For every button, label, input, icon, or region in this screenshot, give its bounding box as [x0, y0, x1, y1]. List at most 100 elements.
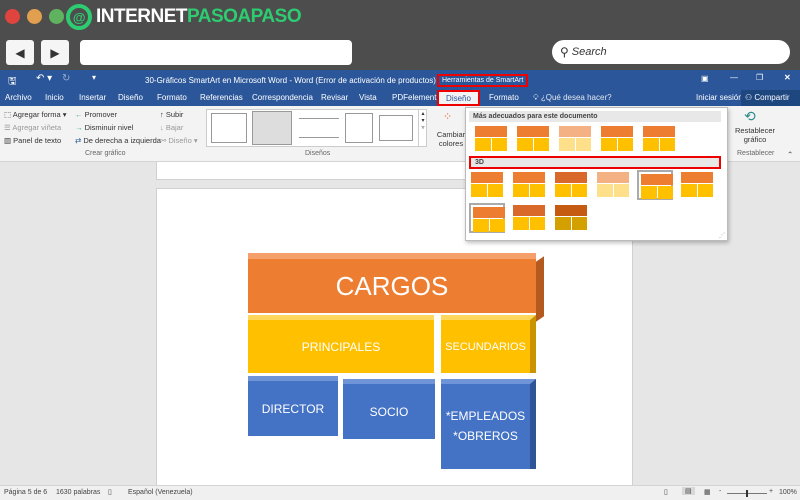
- right-to-left-button[interactable]: ⇄ De derecha a izquierda: [75, 136, 161, 145]
- tab-referencias[interactable]: Referencias: [200, 93, 243, 102]
- zoom-slider-thumb[interactable]: [746, 490, 748, 497]
- read-mode-icon[interactable]: ▯: [664, 488, 668, 496]
- smartart-node-socio[interactable]: SOCIO: [343, 379, 435, 439]
- proofing-icon[interactable]: ▯: [108, 488, 112, 496]
- move-down-button[interactable]: ↓ Bajar: [160, 123, 183, 132]
- restore-icon[interactable]: ❐: [756, 73, 763, 82]
- tab-vista[interactable]: Vista: [359, 93, 377, 102]
- demote-button[interactable]: → Disminuir nivel: [75, 123, 133, 132]
- customize-qat-icon[interactable]: ▾: [92, 73, 96, 82]
- smartart-style-thumb[interactable]: [553, 170, 589, 200]
- word-count[interactable]: 1630 palabras: [56, 489, 100, 496]
- tab-inicio[interactable]: Inicio: [45, 93, 64, 102]
- promote-label: Promover: [84, 110, 118, 119]
- lightbulb-icon: 💡︎: [533, 93, 539, 102]
- smartart-node-secundarios[interactable]: SECUNDARIOS: [441, 315, 536, 373]
- tab-diseno[interactable]: Diseño: [118, 93, 143, 102]
- node-text: SECUNDARIOS: [445, 340, 526, 353]
- layout-thumb[interactable]: [345, 113, 373, 143]
- smartart-node-director[interactable]: DIRECTOR: [248, 376, 338, 436]
- group-label-disenos: Diseños: [305, 150, 331, 157]
- swap-icon: ⇄: [75, 136, 82, 145]
- smartart-style-thumb[interactable]: [679, 170, 715, 200]
- smartart-node-empleados[interactable]: *EMPLEADOS *OBREROS: [441, 379, 536, 469]
- zoom-slider[interactable]: [727, 490, 767, 497]
- tab-revisar[interactable]: Revisar: [321, 93, 348, 102]
- arrow-right-icon: →: [75, 123, 83, 132]
- smartart-style-thumb[interactable]: [511, 170, 547, 200]
- minimize-icon[interactable]: —: [730, 73, 738, 82]
- layout-thumb[interactable]: [211, 113, 247, 143]
- share-button[interactable]: ⚇ Compartir: [741, 90, 800, 106]
- tab-insertar[interactable]: Insertar: [79, 93, 106, 102]
- ribbon-display-icon[interactable]: ▣: [701, 74, 709, 83]
- add-shape-button[interactable]: ⬚ Agregar forma ▾: [4, 110, 67, 119]
- zoom-out-button[interactable]: -: [719, 488, 721, 495]
- node-text: DIRECTOR: [261, 401, 325, 416]
- back-icon: ◀: [15, 45, 25, 60]
- change-colors-button[interactable]: Cambiar colores: [436, 130, 466, 148]
- tell-me-box[interactable]: 💡︎ ¿Qué desea hacer?: [533, 93, 612, 103]
- zoom-in-button[interactable]: +: [769, 488, 773, 495]
- page-count[interactable]: Página 5 de 6: [4, 489, 47, 496]
- smartart-style-thumb[interactable]: [553, 203, 589, 233]
- layout-thumb[interactable]: [299, 118, 339, 138]
- promote-button[interactable]: ← Promover: [75, 110, 117, 119]
- smartart-style-thumb[interactable]: [641, 124, 677, 154]
- undo-icon[interactable]: ↶ ▾: [36, 73, 52, 84]
- close-icon[interactable]: ✕: [784, 73, 791, 82]
- maximize-window-button[interactable]: [49, 9, 64, 24]
- tab-formato[interactable]: Formato: [157, 93, 187, 102]
- site-logo: @ INTERNET PASOAPASO: [66, 4, 302, 30]
- address-bar[interactable]: [80, 40, 352, 65]
- colors-icon: ⁘: [443, 111, 453, 123]
- smartart-node-principales[interactable]: PRINCIPALES: [248, 315, 434, 373]
- smartart-node-cargos[interactable]: CARGOS: [248, 253, 536, 313]
- collapse-ribbon-icon[interactable]: ⌃: [787, 150, 793, 159]
- smartart-styles-dropdown: Más adecuados para este documento 3D ⋰: [465, 107, 728, 241]
- text-pane-button[interactable]: ▥ Panel de texto: [4, 136, 61, 145]
- close-window-button[interactable]: [5, 9, 20, 24]
- zoom-level[interactable]: 100%: [779, 489, 797, 496]
- smartart-style-thumb[interactable]: [511, 203, 547, 233]
- smartart-style-thumb[interactable]: [595, 170, 631, 200]
- print-layout-icon[interactable]: ▤: [682, 487, 695, 495]
- smartart-style-thumb[interactable]: [637, 170, 673, 200]
- layout-label: Diseño: [168, 136, 192, 145]
- tab-smartart-diseno[interactable]: Diseño: [437, 90, 480, 106]
- smartart-style-thumb[interactable]: [469, 203, 505, 233]
- tab-pdfelement[interactable]: PDFelement: [392, 93, 436, 102]
- tab-smartart-formato[interactable]: Formato: [489, 93, 519, 102]
- minimize-window-button[interactable]: [27, 9, 42, 24]
- layout-button[interactable]: ⚯ Diseño ▾: [160, 136, 198, 145]
- move-up-button[interactable]: ↑ Subir: [160, 110, 183, 119]
- group-label-restablecer: Restablecer: [737, 150, 775, 157]
- reset-graphic-button[interactable]: Restablecer gráfico: [733, 126, 777, 144]
- back-button[interactable]: ◀: [6, 40, 34, 65]
- smartart-style-thumb[interactable]: [557, 124, 593, 154]
- add-bullet-button[interactable]: ☰ Agregar viñeta: [4, 123, 61, 132]
- smartart-style-thumb[interactable]: [473, 124, 509, 154]
- redo-icon[interactable]: ↻: [62, 73, 70, 84]
- search-input[interactable]: ⚲ Search: [552, 40, 790, 64]
- language[interactable]: Español (Venezuela): [128, 489, 193, 496]
- status-bar: Página 5 de 6 1630 palabras ▯ Español (V…: [0, 485, 800, 500]
- tab-archivo[interactable]: Archivo: [5, 93, 32, 102]
- forward-button[interactable]: ▶: [41, 40, 69, 65]
- smartart-style-thumb[interactable]: [515, 124, 551, 154]
- search-placeholder: Search: [571, 46, 607, 58]
- smartart-style-thumb[interactable]: [469, 170, 505, 200]
- layout-thumb-selected[interactable]: [252, 111, 292, 145]
- document-title: 30-Gráficos SmartArt en Microsoft Word -…: [145, 76, 436, 85]
- layouts-gallery[interactable]: ▴ ▾ ▿: [206, 109, 427, 147]
- group-label-crear-grafico: Crear gráfico: [85, 150, 126, 157]
- resize-grip-icon[interactable]: ⋰: [719, 232, 725, 239]
- tab-correspondencia[interactable]: Correspondencia: [252, 93, 313, 102]
- save-icon[interactable]: 🖫: [8, 74, 17, 91]
- web-layout-icon[interactable]: ▦: [704, 488, 711, 496]
- sign-in-link[interactable]: Iniciar sesión: [696, 93, 743, 102]
- layout-thumb[interactable]: [379, 115, 413, 141]
- share-label: Compartir: [754, 93, 790, 102]
- gallery-scroll[interactable]: ▴ ▾ ▿: [418, 110, 427, 146]
- smartart-style-thumb[interactable]: [599, 124, 635, 154]
